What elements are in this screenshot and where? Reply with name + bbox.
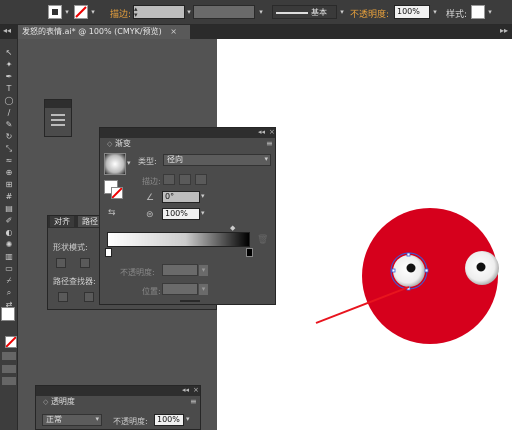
angle-field[interactable]: 0° — [162, 191, 200, 203]
delete-stop-icon[interactable]: 🗑 — [257, 235, 268, 245]
gradient-preview-swatch[interactable] — [104, 153, 126, 175]
anchor-point[interactable] — [406, 252, 411, 257]
none-slash-icon — [5, 336, 17, 348]
blend-mode-select[interactable]: 正常 ▾ — [42, 414, 102, 426]
warp-tool-icon[interactable]: ≈ — [0, 155, 18, 167]
left-pupil[interactable] — [406, 263, 416, 273]
stroke-color-icon[interactable] — [5, 336, 17, 348]
panel-menu-icon[interactable]: ≡ — [266, 139, 273, 148]
stroke-within-button[interactable] — [163, 174, 175, 185]
panel-menu-icon[interactable] — [51, 114, 65, 128]
magic-wand-icon[interactable]: ✦ — [0, 59, 18, 71]
tab-gradient[interactable]: ◇ 渐变 — [103, 138, 135, 149]
eyedropper-icon[interactable]: ✐ — [0, 215, 18, 227]
color-mode-icon[interactable] — [2, 352, 16, 360]
gradient-stop-white[interactable] — [105, 248, 112, 257]
location-dropdown-icon[interactable]: ▾ — [199, 284, 208, 295]
stroke-gradient-label: 描边: — [142, 177, 161, 186]
blend-tool-icon[interactable]: ◐ — [0, 227, 18, 239]
stroke-along-button[interactable] — [179, 174, 191, 185]
tab-toggle-icon: ◇ — [43, 398, 49, 406]
scale-tool-icon[interactable]: ⤡ — [0, 143, 18, 155]
selection-tool-icon[interactable]: ↖ — [0, 47, 18, 59]
type-label: 类型: — [138, 157, 157, 166]
divide-button[interactable] — [58, 292, 68, 302]
close-panel-icon[interactable]: × — [193, 386, 199, 394]
shape-modes-label: 形状模式: — [53, 243, 88, 252]
gradient-stop-black[interactable] — [246, 248, 253, 257]
zoom-tool-icon[interactable]: ⌕ — [0, 287, 18, 299]
tab-align[interactable]: 对齐 — [50, 216, 74, 227]
blend-mode-value: 正常 — [46, 415, 62, 424]
chevron-down-icon: ▾ — [264, 155, 268, 163]
shape-builder-icon[interactable]: ⊕ — [0, 167, 18, 179]
slice-tool-icon[interactable]: ⌿ — [0, 275, 18, 287]
unite-button[interactable] — [56, 258, 66, 268]
transparency-panel: ◂◂ × ◇ 透明度 ≡ 正常 ▾ 不透明度: 100% ▾ — [35, 385, 201, 430]
swatch-dropdown-icon[interactable]: ▾ — [127, 159, 131, 167]
aspect-dropdown-icon[interactable]: ▾ — [201, 209, 205, 217]
panel-resize-handle[interactable] — [180, 300, 200, 302]
anchor-point[interactable] — [424, 268, 429, 273]
stop-location-field[interactable] — [162, 283, 198, 295]
tab-transparency[interactable]: ◇ 透明度 — [39, 396, 79, 407]
transparency-opacity-field[interactable]: 100% — [154, 414, 184, 426]
angle-dropdown-icon[interactable]: ▾ — [201, 192, 205, 200]
tab-transparency-label: 透明度 — [50, 397, 75, 406]
trim-button[interactable] — [84, 292, 94, 302]
gradient-slider[interactable] — [107, 232, 250, 247]
close-panel-icon[interactable]: × — [269, 128, 275, 136]
tab-toggle-icon: ◇ — [107, 140, 113, 148]
collapsed-panel-dock — [44, 99, 72, 137]
gradient-type-select[interactable]: 径向 ▾ — [163, 154, 271, 166]
type-tool-icon[interactable]: T — [0, 83, 18, 95]
chevron-down-icon: ▾ — [95, 415, 99, 423]
panel-menu-icon[interactable]: ≡ — [190, 397, 197, 406]
angle-icon: ∠ — [146, 193, 155, 203]
symbol-sprayer-icon[interactable]: ✺ — [0, 239, 18, 251]
right-pupil[interactable] — [476, 262, 486, 272]
tab-gradient-label: 渐变 — [114, 139, 131, 148]
artboard-tool-icon[interactable]: ▭ — [0, 263, 18, 275]
aspect-ratio-icon: ⊜ — [146, 210, 154, 220]
tools-panel: ↖ ✦ ✒ T ◯ ∕ ✎ ↻ ⤡ ≈ ⊕ ⊞ # ▤ ✐ ◐ ✺ ▥ ▭ ⌿ … — [0, 39, 18, 430]
stop-opacity-field[interactable] — [162, 264, 198, 276]
none-slash-icon — [111, 187, 123, 199]
screen-mode-icon[interactable] — [2, 377, 16, 385]
perspective-grid-icon[interactable]: ⊞ — [0, 179, 18, 191]
transparency-opacity-label: 不透明度: — [113, 417, 148, 426]
rotate-tool-icon[interactable]: ↻ — [0, 131, 18, 143]
gradient-tool-icon[interactable]: ▤ — [0, 203, 18, 215]
pencil-tool-icon[interactable]: ✎ — [0, 119, 18, 131]
ellipse-tool-icon[interactable]: ◯ — [0, 95, 18, 107]
transparency-opacity-dropdown-icon[interactable]: ▾ — [186, 415, 190, 423]
brush-tool-icon[interactable]: ∕ — [0, 107, 18, 119]
collapse-panel-icon[interactable]: ◂◂ — [258, 128, 265, 136]
stroke-across-button[interactable] — [195, 174, 207, 185]
graph-tool-icon[interactable]: ▥ — [0, 251, 18, 263]
opacity-dropdown-icon[interactable]: ▾ — [199, 265, 208, 276]
gradient-type-value: 径向 — [167, 155, 183, 164]
pen-tool-icon[interactable]: ✒ — [0, 71, 18, 83]
midpoint-diamond-icon[interactable]: ◆ — [230, 224, 235, 232]
fill-color-icon[interactable] — [1, 307, 15, 321]
pathfinder-label: 路径查找器: — [53, 277, 96, 286]
collapse-panel-icon[interactable]: ◂◂ — [182, 386, 189, 394]
stop-opacity-label: 不透明度: — [120, 268, 155, 277]
gradient-panel: ◂◂ × ◇ 渐变 ≡ ▾ 类型: 径向 ▾ 描边: ∠ 0° ▾ ⇆ ⊜ 10… — [99, 127, 276, 305]
fill-stroke-stroke-icon[interactable] — [111, 187, 123, 199]
draw-mode-icon[interactable] — [2, 365, 16, 373]
stop-location-label: 位置: — [142, 287, 161, 296]
minus-front-button[interactable] — [80, 258, 90, 268]
mesh-tool-icon[interactable]: # — [0, 191, 18, 203]
aspect-ratio-field[interactable]: 100% — [162, 208, 200, 220]
anchor-point[interactable] — [391, 268, 396, 273]
reverse-gradient-icon[interactable]: ⇆ — [108, 208, 116, 218]
